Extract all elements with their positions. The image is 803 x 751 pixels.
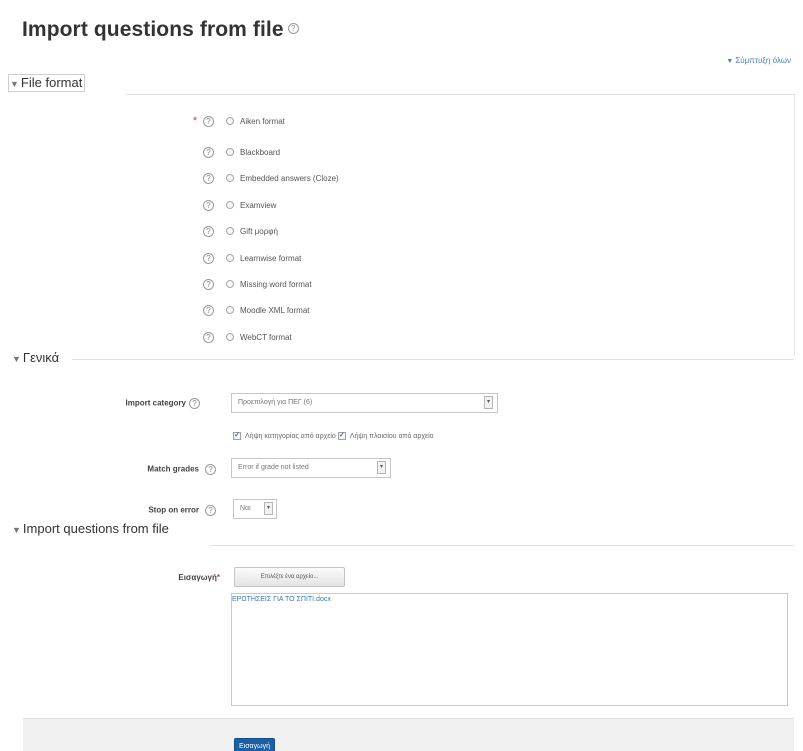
radio-button[interactable] [226, 280, 234, 288]
chevron-down-icon[interactable]: ▾ [264, 502, 273, 515]
help-icon[interactable]: ? [205, 505, 216, 516]
legend-file-format-text: File format [20, 75, 83, 90]
caret-down-icon: ▼ [726, 58, 734, 65]
category-from-file-checkbox[interactable]: ✓ [233, 432, 241, 440]
radio-option-webct[interactable]: ? WebCT format [191, 330, 292, 344]
file-drop-area[interactable] [231, 593, 788, 706]
collapse-toggle-icon: ▼ [10, 79, 19, 89]
help-icon[interactable]: ? [203, 225, 214, 237]
import-category-select[interactable]: Προεπιλογή για ΠΕΓ (6) [231, 393, 498, 413]
radio-button[interactable] [226, 148, 234, 156]
radio-option-gift[interactable]: ? Gift μορφή [191, 224, 278, 238]
match-grades-label-text: Match grades [147, 464, 199, 474]
section-border [794, 94, 795, 356]
radio-label: Missing word format [240, 279, 312, 289]
stop-on-error-value: Ναι [240, 505, 251, 512]
section-import-legend[interactable]: ▼ Import questions from file [12, 521, 169, 536]
chevron-down-icon[interactable]: ▾ [484, 396, 493, 409]
match-grades-select[interactable]: Error if grade not listed [231, 458, 391, 478]
stop-on-error-label: Stop on error? [60, 505, 216, 516]
category-from-file-label: Λήψη κατηγορίας από αρχείο [245, 432, 336, 440]
radio-label: WebCT format [240, 332, 292, 342]
radio-option-moodle-xml[interactable]: ? Moodle XML format [191, 303, 310, 317]
help-icon[interactable]: ? [287, 22, 299, 34]
radio-button[interactable] [226, 117, 234, 125]
help-icon[interactable]: ? [189, 398, 200, 409]
page-title: Import questions from file? [22, 18, 299, 42]
legend-import-text: Import questions from file [22, 521, 169, 536]
collapse-all-label: Σύμπτυξη όλων [735, 56, 791, 65]
import-submit-label: Εισαγωγή [239, 743, 270, 750]
match-grades-label: Match grades? [60, 464, 216, 475]
radio-label: Blackboard [240, 147, 281, 157]
required-star-icon: * [192, 115, 198, 127]
section-divider [72, 359, 794, 360]
collapse-all-link[interactable]: ▼ Σύμπτυξη όλων [726, 56, 791, 65]
radio-label: Embedded answers (Cloze) [240, 173, 339, 183]
radio-button[interactable] [226, 227, 234, 235]
import-category-label-text: Import category [125, 398, 186, 408]
radio-label: Learnwise format [240, 253, 302, 263]
radio-button[interactable] [226, 333, 234, 341]
match-grades-value: Error if grade not listed [238, 464, 309, 471]
import-file-label: Εισαγωγή* [80, 573, 220, 582]
radio-option-blackboard[interactable]: ? Blackboard [191, 145, 280, 159]
radio-option-learnwise[interactable]: ? Learnwise format [191, 251, 301, 265]
help-icon[interactable]: ? [203, 252, 214, 264]
context-from-file-checkbox[interactable]: ✓ [337, 432, 346, 440]
section-file-format-legend[interactable]: ▼ File format [8, 74, 86, 92]
radio-option-missing-word[interactable]: ? Missing word format [191, 277, 312, 291]
chevron-down-icon[interactable]: ▾ [377, 461, 386, 474]
stop-on-error-label-text: Stop on error [148, 505, 199, 515]
help-icon[interactable]: ? [203, 115, 214, 127]
radio-option-examview[interactable]: ? Examview [191, 198, 276, 212]
legend-general-text: Γενικά [22, 350, 60, 365]
collapse-toggle-icon: ▼ [12, 354, 21, 364]
section-general-legend[interactable]: ▼ Γενικά [12, 350, 59, 365]
radio-label: Moodle XML format [240, 305, 310, 315]
radio-button[interactable] [226, 174, 234, 182]
choose-file-label: Επιλέξτε ένα αρχείο... [260, 574, 319, 580]
help-icon[interactable]: ? [203, 199, 214, 211]
context-from-file-label: Λήψη πλαισίου από αρχείο [349, 432, 434, 440]
radio-label: Gift μορφή [240, 226, 278, 236]
radio-button[interactable] [226, 201, 234, 209]
help-icon[interactable]: ? [203, 172, 214, 184]
page-title-text: Import questions from file [22, 18, 284, 41]
section-divider [210, 545, 794, 546]
radio-button[interactable] [226, 306, 234, 314]
radio-option-cloze[interactable]: ? Embedded answers (Cloze) [191, 171, 339, 185]
section-divider [126, 94, 794, 95]
radio-label: Aiken format [240, 116, 285, 126]
import-submit-button[interactable]: Εισαγωγή [234, 738, 275, 751]
help-icon[interactable]: ? [203, 278, 214, 290]
collapse-toggle-icon: ▼ [12, 525, 21, 535]
help-icon[interactable]: ? [205, 464, 216, 475]
radio-button[interactable] [226, 254, 234, 262]
category-from-file-checkbox-row[interactable]: ✓ Λήψη κατηγορίας από αρχείο ✓ Λήψη πλαι… [233, 432, 434, 440]
radio-label: Examview [240, 200, 277, 210]
help-icon[interactable]: ? [203, 331, 214, 343]
help-icon[interactable]: ? [203, 146, 214, 158]
import-category-label: Import category? [60, 398, 200, 409]
choose-file-button[interactable]: Επιλέξτε ένα αρχείο... [234, 567, 345, 587]
uploaded-file-link[interactable]: ΕΡΩΤΗΣΕΙΣ ΓΙΑ ΤΟ ΣΠΙΤΙ.docx [232, 596, 331, 603]
required-star-icon: * [216, 573, 220, 582]
import-category-value: Προεπιλογή για ΠΕΓ (6) [238, 399, 313, 406]
radio-option-aiken[interactable]: * ? Aiken format [191, 114, 285, 128]
form-footer [23, 718, 794, 751]
help-icon[interactable]: ? [203, 304, 214, 316]
import-file-label-text: Εισαγωγή [178, 573, 217, 582]
